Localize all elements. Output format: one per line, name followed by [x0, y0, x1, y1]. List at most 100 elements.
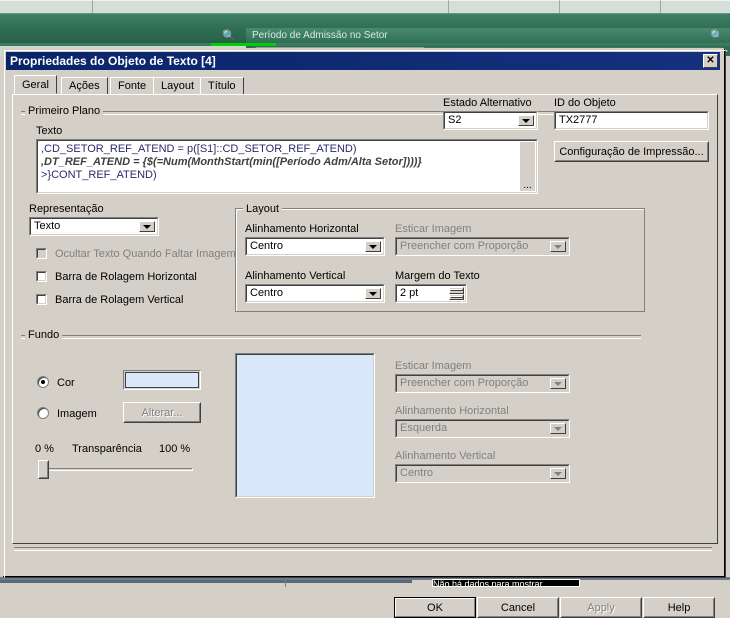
object-id-label: ID do Objeto	[554, 97, 616, 109]
combo-inner: S2	[444, 112, 537, 129]
background-preview	[235, 353, 375, 498]
change-image-button: Alterar...	[123, 402, 201, 423]
bg-halign-value: Esquerda	[400, 422, 448, 434]
background-image-label: Imagem	[57, 408, 97, 420]
print-setup-label: Configuração de Impressão...	[559, 145, 704, 158]
combo-inner: Texto	[30, 218, 158, 235]
tab-fonte[interactable]: Fonte	[110, 77, 155, 94]
stretch-image-combo: Preencher com Proporção	[395, 237, 570, 256]
object-id-field[interactable]: TX2777	[554, 111, 709, 130]
dialog-titlebar[interactable]: Propriedades do Objeto de Texto [4] ✕	[6, 52, 720, 70]
transparency-slider-track[interactable]	[41, 468, 193, 471]
tab-acoes[interactable]: Ações	[61, 77, 108, 94]
transparency-max-label: 100 %	[159, 443, 191, 455]
combo-inner: Centro	[396, 465, 569, 482]
background-color-radio[interactable]	[37, 376, 49, 388]
tab-layout[interactable]: Layout	[153, 77, 203, 94]
listbox-periodo-admissao[interactable]: Período de Admissão no Setor 🔍 🔍 11 2010…	[0, 13, 730, 60]
text-expression-area[interactable]: ,CD_SETOR_REF_ATEND = p([S1]::CD_SETOR_R…	[36, 139, 538, 194]
horizontal-scrollbar-label: Barra de Rolagem Horizontal	[55, 271, 197, 283]
horizontal-scrollbar-checkbox[interactable]	[36, 271, 47, 282]
chevron-down-icon[interactable]	[365, 288, 381, 299]
bg-panel-segment	[0, 0, 93, 13]
textarea-inner: ,CD_SETOR_REF_ATEND = p([S1]::CD_SETOR_R…	[37, 140, 537, 193]
transparency-label: Transparência	[72, 443, 142, 455]
object-id-value[interactable]: TX2777	[559, 113, 704, 128]
tab-titulo[interactable]: Título	[200, 77, 244, 94]
chevron-down-icon[interactable]	[518, 115, 534, 126]
bg-panel-segment	[93, 0, 449, 13]
field-inner: TX2777	[555, 112, 708, 129]
no-data-label: Não há dados para mostrar	[432, 579, 580, 587]
search-icon[interactable]: 🔍	[222, 29, 236, 42]
apply-label: Apply	[587, 601, 615, 614]
background-image-radio[interactable]	[37, 407, 49, 419]
bg-halign-combo: Esquerda	[395, 419, 570, 438]
chevron-down-icon	[550, 241, 566, 252]
cancel-label: Cancel	[500, 601, 536, 614]
chevron-down-icon[interactable]	[139, 221, 155, 232]
hide-text-label: Ocultar Texto Quando Faltar Imagem	[55, 248, 236, 260]
layout-group-title: Layout	[243, 203, 283, 215]
alt-state-combo[interactable]: S2	[443, 111, 538, 130]
background-group-line	[21, 335, 641, 339]
help-button[interactable]: Help	[643, 597, 715, 618]
halign-label: Alinhamento Horizontal	[245, 223, 359, 235]
apply-button: Apply	[560, 597, 642, 618]
halign-value: Centro	[250, 240, 284, 252]
representation-combo[interactable]: Texto	[29, 217, 159, 236]
hide-text-checkbox	[36, 248, 47, 259]
bg-panel-segment	[560, 0, 661, 13]
chevron-down-icon	[550, 378, 566, 389]
halign-combo[interactable]: Centro	[245, 237, 385, 256]
spinner-buttons[interactable]	[449, 287, 464, 300]
tab-geral[interactable]: Geral	[14, 75, 57, 94]
spinner-inner: 2 pt	[396, 285, 466, 302]
combo-inner: Preencher com Proporção	[396, 375, 569, 392]
background-separator-lower	[0, 580, 412, 583]
print-setup-button[interactable]: Configuração de Impressão...	[554, 141, 709, 162]
text-label: Texto	[36, 125, 63, 137]
background-vertical-divider	[285, 580, 286, 587]
close-icon[interactable]: ✕	[703, 54, 718, 68]
ok-button[interactable]: OK	[394, 597, 476, 618]
expand-expression-button[interactable]: ...	[521, 181, 534, 191]
background-color-swatch[interactable]	[123, 370, 201, 390]
ok-label: OK	[427, 601, 443, 614]
search-icon[interactable]: 🔍	[710, 29, 724, 42]
color-swatch-fill	[125, 372, 199, 388]
text-margin-spinner[interactable]: 2 pt	[395, 284, 467, 303]
bg-valign-value: Centro	[400, 467, 434, 479]
combo-inner: Esquerda	[396, 420, 569, 437]
help-label: Help	[667, 601, 691, 614]
text-object-properties-dialog: Propriedades do Objeto de Texto [4] ✕ Ge…	[2, 48, 726, 618]
cancel-button[interactable]: Cancel	[477, 597, 559, 618]
dialog-title: Propriedades do Objeto de Texto [4]	[10, 54, 216, 68]
tabstrip: Geral Ações Fonte Layout Título	[14, 75, 716, 94]
listbox-caption: Período de Admissão no Setor	[246, 28, 730, 43]
transparency-slider-thumb[interactable]	[38, 460, 49, 479]
change-image-label: Alterar...	[141, 406, 183, 419]
combo-inner: Centro	[246, 285, 384, 302]
bg-halign-label: Alinhamento Horizontal	[395, 405, 509, 417]
bg-stretch-image-value: Preencher com Proporção	[400, 377, 529, 389]
alt-state-label: Estado Alternativo	[443, 97, 532, 109]
bg-panel-segment	[661, 0, 730, 13]
chevron-down-icon[interactable]	[365, 241, 381, 252]
stretch-image-label: Esticar Imagem	[395, 223, 472, 235]
valign-combo[interactable]: Centro	[245, 284, 385, 303]
expression-line-1: ,CD_SETOR_REF_ATEND = p([S1]::CD_SETOR_R…	[41, 143, 357, 155]
vertical-scrollbar-checkbox[interactable]	[36, 294, 47, 305]
combo-inner: Centro	[246, 238, 384, 255]
button-bar-separator	[14, 547, 712, 551]
expression-line-3: >}CONT_REF_ATEND)	[41, 169, 157, 181]
transparency-min-label: 0 %	[35, 443, 54, 455]
bg-stretch-image-combo: Preencher com Proporção	[395, 374, 570, 393]
foreground-group-line	[21, 111, 641, 115]
chevron-down-icon	[550, 468, 566, 479]
spinner-down-icon[interactable]	[449, 293, 464, 300]
preview-fill	[236, 354, 374, 497]
bg-panel-segment	[449, 0, 560, 13]
combo-inner: Preencher com Proporção	[396, 238, 569, 255]
text-expression-content[interactable]: ,CD_SETOR_REF_ATEND = p([S1]::CD_SETOR_R…	[41, 143, 518, 190]
